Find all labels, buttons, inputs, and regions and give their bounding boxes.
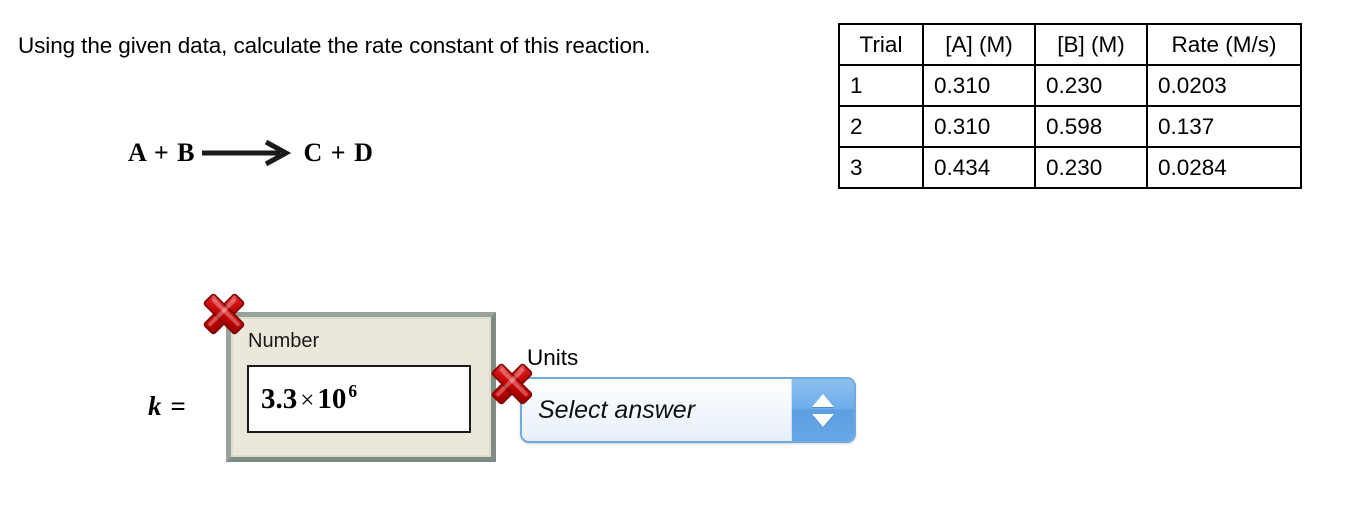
units-select[interactable]: Select answer [520,377,856,443]
rate-constant-label: k = [148,391,187,421]
column-header-rate: Rate (M/s) [1146,23,1302,66]
kinetics-data-table: Trial [A] (M) [B] (M) Rate (M/s) 1 0.310… [838,23,1302,189]
column-header-concentration-b: [B] (M) [1034,23,1148,66]
number-answer-panel: Number 3.3 × 10 6 [226,312,496,462]
number-field-label: Number [248,330,320,352]
cell-trial: 1 [838,64,924,107]
units-field-label: Units [527,345,579,370]
table-header-row: Trial [A] (M) [B] (M) Rate (M/s) [838,23,1302,66]
multiplication-sign: × [300,386,315,414]
units-select-spinner[interactable] [791,379,854,441]
table-row: 2 0.310 0.598 0.137 [838,105,1302,148]
cell-concentration-b: 0.598 [1034,105,1148,148]
right-arrow-icon [196,140,304,166]
cell-concentration-a: 0.310 [922,105,1036,148]
number-input-value: 3.3 × 10 6 [261,382,357,415]
cell-rate: 0.137 [1146,105,1302,148]
cell-trial: 2 [838,105,924,148]
cell-rate: 0.0284 [1146,146,1302,189]
chemical-equation: A + B C + D [128,138,374,168]
table-row: 3 0.434 0.230 0.0284 [838,146,1302,189]
question-text: Using the given data, calculate the rate… [18,33,651,58]
triangle-up-icon[interactable] [812,393,834,407]
column-header-concentration-a: [A] (M) [922,23,1036,66]
equation-reactants: A + B [128,138,196,167]
cell-concentration-a: 0.310 [922,64,1036,107]
column-header-trial: Trial [838,23,924,66]
number-base: 10 [317,382,347,415]
number-input[interactable]: 3.3 × 10 6 [247,365,471,433]
number-mantissa: 3.3 [261,382,298,415]
triangle-down-icon[interactable] [812,413,834,427]
cell-trial: 3 [838,146,924,189]
number-exponent: 6 [348,380,358,401]
equation-products: C + D [303,138,374,167]
units-select-placeholder: Select answer [538,395,696,424]
table-row: 1 0.310 0.230 0.0203 [838,64,1302,107]
cell-concentration-b: 0.230 [1034,64,1148,107]
cell-concentration-a: 0.434 [922,146,1036,189]
cell-rate: 0.0203 [1146,64,1302,107]
cell-concentration-b: 0.230 [1034,146,1148,189]
